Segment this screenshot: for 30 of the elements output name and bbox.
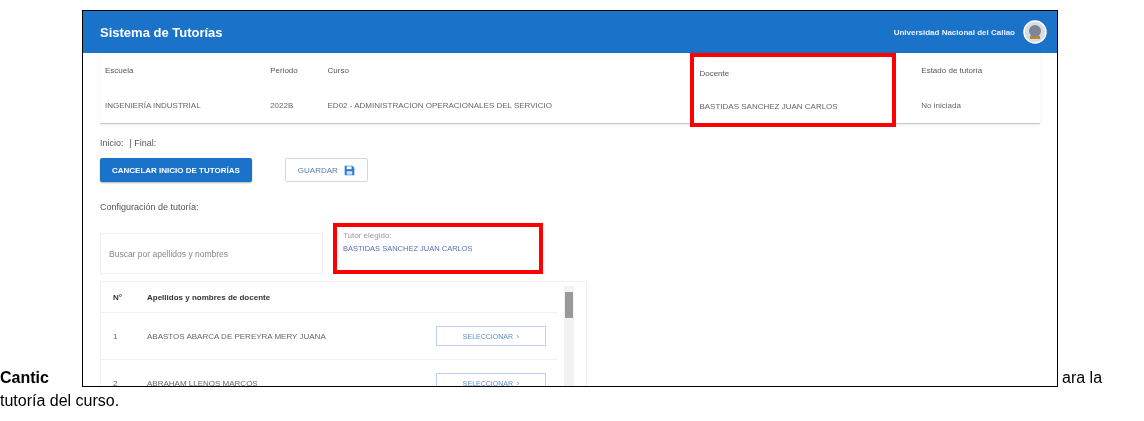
section-label: Configuración de tutoría: — [100, 202, 200, 212]
column-header: Estado de tutoría — [921, 64, 984, 77]
column-header: Curso — [327, 64, 350, 77]
table-cell-text: 2 — [112, 378, 119, 386]
table-cell-text: ED02 - ADMINISTRACION OPERACIONALES DEL SERVICIO — [327, 99, 554, 112]
cancel-button[interactable]: CANCELAR INICIO DE TUTORÍAS — [100, 158, 252, 182]
column-header: N° — [112, 292, 123, 302]
start-label: Inicio: — [100, 138, 124, 148]
emblem-icon — [1023, 20, 1047, 44]
document-text: tutoría del curso. — [0, 391, 121, 410]
document-text: ara la — [1062, 368, 1103, 387]
table-cell-text: No iniciada — [921, 99, 962, 112]
column-header: Escuela — [105, 64, 135, 77]
end-label: | Final: — [129, 138, 157, 148]
table-cell-text: ABRAHAM LLENOS MARCOS — [147, 378, 259, 386]
save-button[interactable]: GUARDAR — [284, 158, 368, 182]
search-field[interactable]: Buscar por apellidos y nombres — [100, 233, 323, 274]
table-cell-text: INGENIERÍA INDUSTRIAL — [105, 99, 202, 112]
column-header: Docente — [699, 67, 731, 80]
column-header: Apellidos y nombres de docente — [147, 292, 272, 302]
table-cell-text: 2022B — [270, 99, 295, 112]
save-icon — [343, 164, 355, 176]
app-title: Sistema de Tutorías — [100, 24, 223, 40]
institution-name: Universidad Nacional del Callao — [893, 27, 1015, 37]
column-header: Periodo — [270, 64, 299, 77]
document-text: Cantic — [0, 368, 49, 387]
table-cell-text: 1 — [112, 331, 119, 341]
table-cell-text: BASTIDAS SANCHEZ JUAN CARLOS — [699, 100, 839, 113]
table-cell-text: ABASTOS ABARCA DE PEREYRA MERY JUANA — [147, 331, 327, 341]
scrollbar[interactable] — [564, 286, 574, 386]
